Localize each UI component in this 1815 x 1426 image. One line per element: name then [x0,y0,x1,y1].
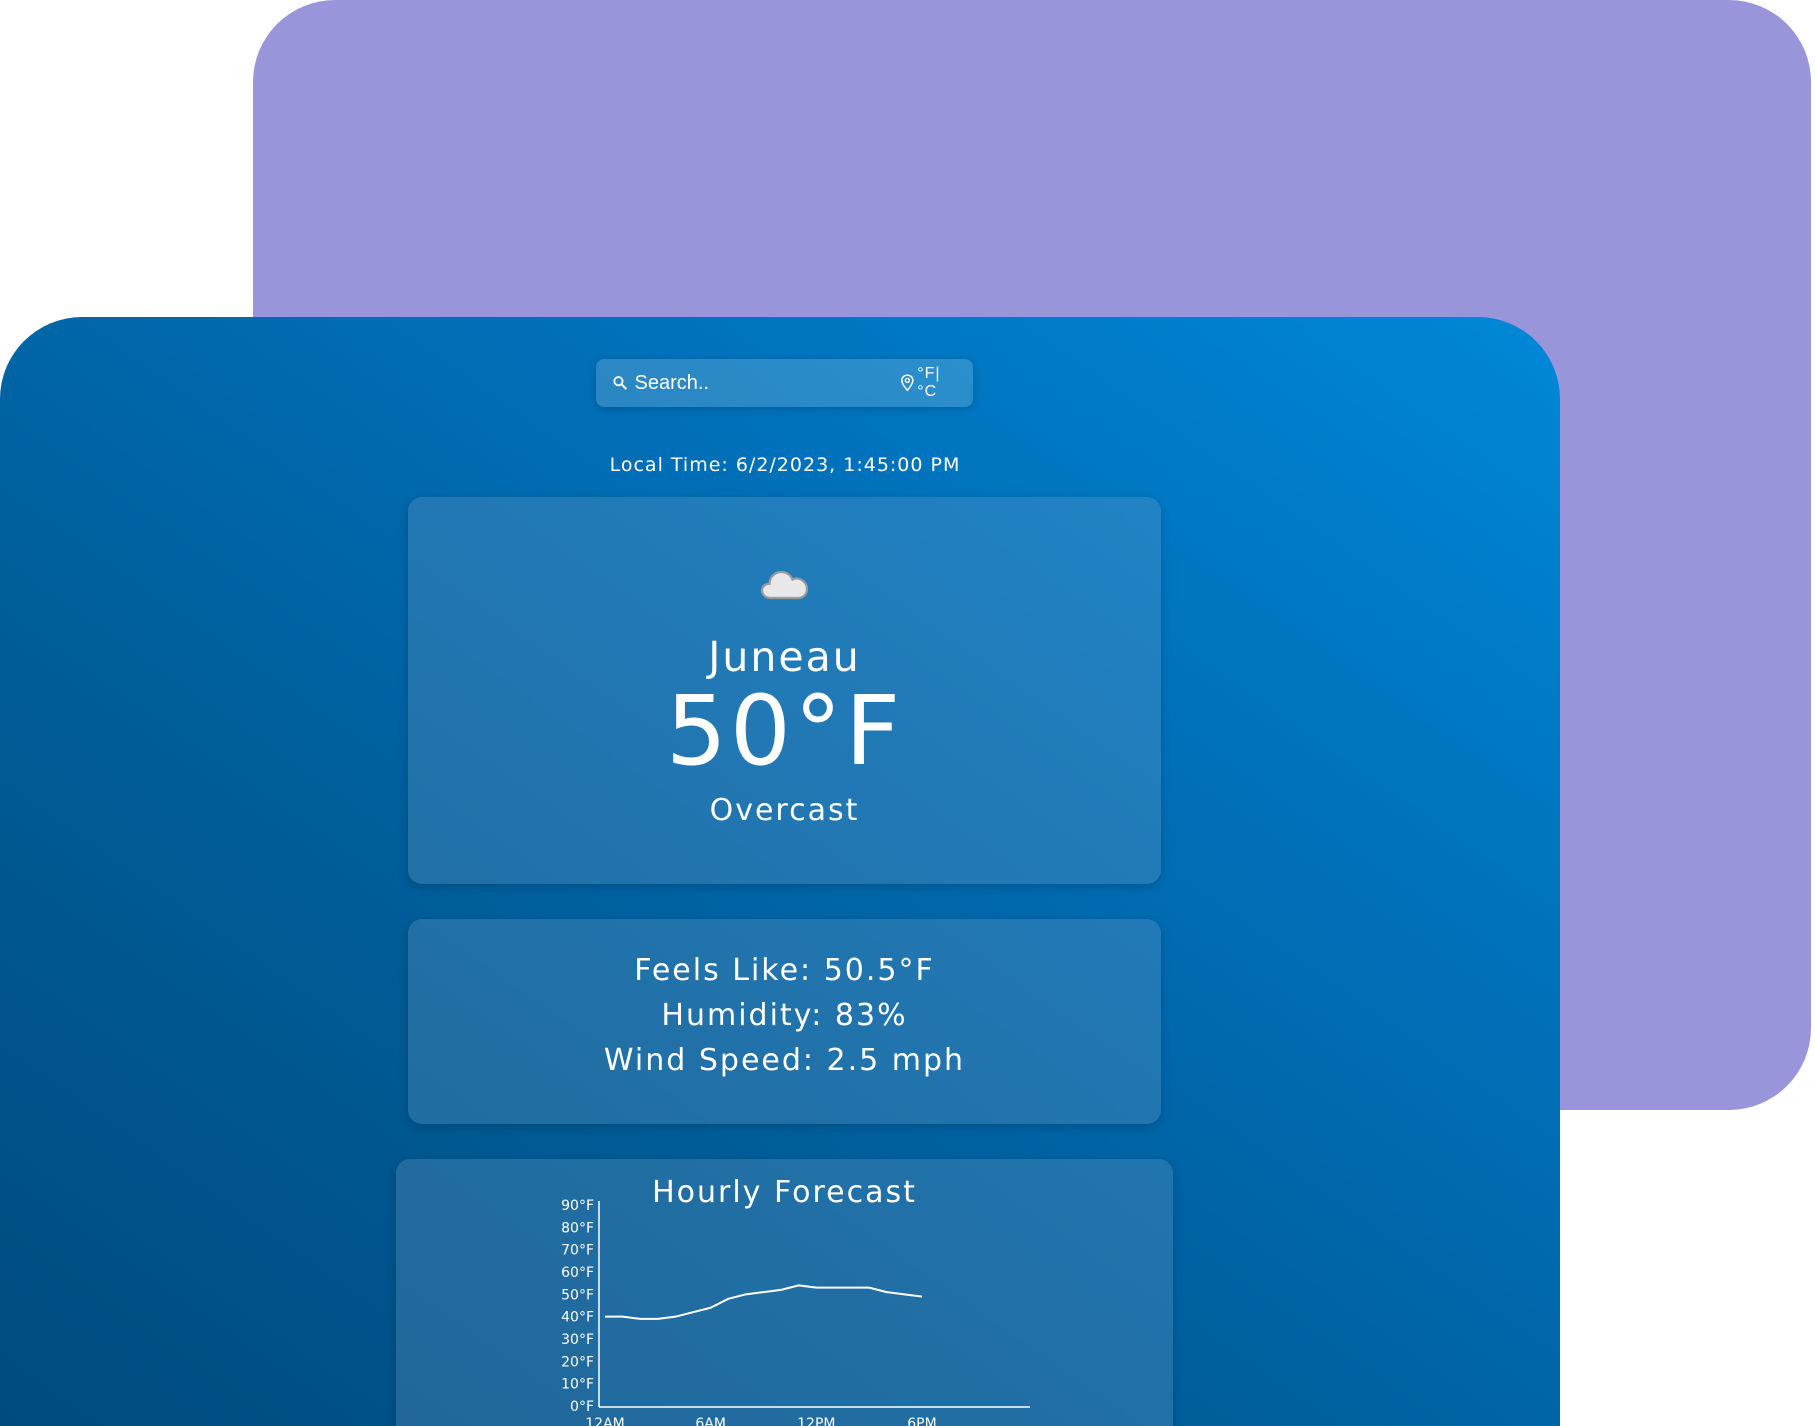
search-input[interactable] [634,371,900,395]
y-tick-label: 80°F [561,1220,594,1236]
weather-condition: Overcast [709,793,860,828]
y-tick-label: 50°F [561,1287,594,1303]
y-tick-label: 10°F [561,1377,594,1393]
y-tick-label: 30°F [561,1332,594,1348]
y-tick-label: 60°F [561,1265,594,1281]
wind-speed-text: Wind Speed: 2.5 mph [603,1043,966,1078]
x-tick-label: 12PM [797,1416,835,1426]
cloud-icon [760,570,809,600]
y-tick-label: 90°F [561,1198,594,1214]
weather-details-card: Feels Like: 50.5°F Humidity: 83% Wind Sp… [408,919,1161,1124]
y-tick-label: 40°F [561,1310,594,1326]
y-tick-label: 0°F [570,1399,594,1415]
x-tick-label: 6AM [695,1416,726,1426]
search-bar[interactable]: °F|°C [596,359,973,407]
current-weather-card: Juneau 50°F Overcast [408,497,1161,884]
temperature-series-line [605,1284,923,1320]
search-icon [613,376,627,390]
feels-like-text: Feels Like: 50.5°F [634,953,935,988]
hourly-forecast-card: Hourly Forecast 0°F 10°F 20°F 30°F 40°F 50°F 6… [396,1159,1173,1426]
current-temperature: 50°F [665,675,904,787]
x-tick-label: 12AM [585,1416,624,1426]
hourly-forecast-chart: 0°F 10°F 20°F 30°F 40°F 50°F 60°F 70°F 80°F 90°F 1… [561,1198,1030,1426]
location-pin-icon[interactable] [900,373,915,393]
humidity-text: Humidity: 83% [661,998,908,1033]
weather-app-window: °F|°C Local Time: 6/2/2023, 1:45:00 PM J… [0,317,1560,1426]
unit-toggle-button[interactable]: °F|°C [917,365,957,401]
y-tick-label: 70°F [561,1243,594,1259]
city-name: Juneau [708,633,861,681]
local-time: Local Time: 6/2/2023, 1:45:00 PM [609,454,961,476]
x-tick-label: 6PM [907,1416,936,1426]
y-tick-label: 20°F [561,1354,594,1370]
